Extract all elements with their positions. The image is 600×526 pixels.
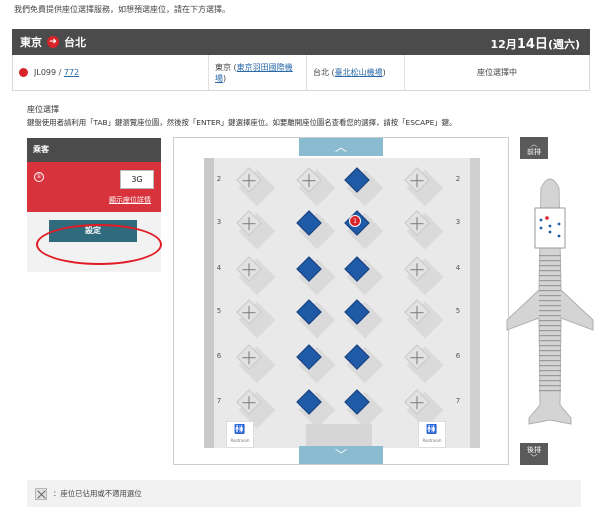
origin-city: 東京 xyxy=(20,36,42,49)
row-number: 3 xyxy=(455,218,461,226)
restroom-label: Restroom xyxy=(422,438,442,443)
seat-detail-link[interactable]: 顯示座位詳情 xyxy=(109,195,151,205)
restroom-label: Restroom xyxy=(230,438,250,443)
row-number: 2 xyxy=(455,175,461,183)
intro-text: 我們免費提供座位選擇服務，如想預選座位，請在下方選擇。 xyxy=(14,5,230,14)
row-number: 4 xyxy=(455,264,461,272)
restroom-icon: 🚻 xyxy=(234,425,246,435)
aircraft-type-link[interactable]: 772 xyxy=(64,68,79,77)
aircraft-overview xyxy=(505,170,595,438)
cabin-wall-right xyxy=(470,158,480,448)
selected-seat-badge: 1 xyxy=(349,215,361,227)
arrival-close: ) xyxy=(382,68,386,77)
arrow-right-icon: ➜ xyxy=(47,36,59,48)
row-number: 2 xyxy=(216,175,222,183)
departure-city: 東京 ( xyxy=(215,62,237,72)
keyboard-hint: 鍵盤使用者請利用「TAB」鍵瀏覽座位圖，然後按「ENTER」鍵選擇座位。如要離開… xyxy=(27,118,457,127)
status-text: 座位選擇中 xyxy=(477,68,517,77)
flight-info-row: JL099 / 772 東京 (東京羽田國際機場) 台北 (臺北松山機場) 座位… xyxy=(12,55,590,91)
arrival-cell: 台北 (臺北松山機場) xyxy=(307,55,405,90)
status-cell: 座位選擇中 xyxy=(405,55,589,90)
row-number: 6 xyxy=(455,352,461,360)
row-number: 3 xyxy=(216,218,222,226)
forward-rows-button[interactable]: ︿ 前排 xyxy=(520,137,548,159)
airline-logo-icon xyxy=(19,68,28,77)
route-bar: 東京 ➜ 台北 12月14日(週六) xyxy=(12,29,590,55)
scroll-up-button[interactable]: ︿ xyxy=(299,138,383,156)
legend: ：座位已佔用或不適用選位 xyxy=(27,480,581,507)
row-number: 5 xyxy=(216,307,222,315)
date-month: 12月 xyxy=(490,37,517,51)
flight-number: JL099 / xyxy=(34,68,62,77)
arrival-airport-link[interactable]: 臺北松山機場 xyxy=(335,68,383,77)
back-rows-button[interactable]: 後排 ﹀ xyxy=(520,443,548,465)
date-day: 14日 xyxy=(516,36,548,52)
chevron-down-icon: ﹀ xyxy=(530,454,538,462)
unavailable-seat-icon xyxy=(35,487,47,500)
restroom-icon: 🚻 xyxy=(426,425,438,435)
back-rows-label: 後排 xyxy=(527,446,541,454)
passenger-card[interactable]: ① 3G 顯示座位詳情 xyxy=(27,162,161,212)
chevron-up-icon: ︿ xyxy=(530,140,538,148)
restroom-left: 🚻 Restroom xyxy=(226,421,254,448)
forward-rows-label: 前排 xyxy=(527,148,541,156)
section-title: 座位選擇 xyxy=(27,105,59,114)
departure-close: ) xyxy=(223,73,227,83)
departure-cell: 東京 (東京羽田國際機場) xyxy=(209,55,307,90)
airplane-icon xyxy=(506,178,594,425)
flight-number-cell: JL099 / 772 xyxy=(13,55,209,90)
row-number: 4 xyxy=(216,264,222,272)
seat-map: ︿ 234567 234567 1 🚻 Restroom 🚻 Restroom … xyxy=(173,137,509,465)
assigned-seat-box: 3G xyxy=(120,170,154,189)
passenger-header: 乘客 xyxy=(27,138,161,162)
destination-city: 台北 xyxy=(64,36,86,49)
galley xyxy=(306,424,372,448)
legend-text: ：座位已佔用或不適用選位 xyxy=(53,489,142,498)
chevron-up-icon: ︿ xyxy=(334,140,347,154)
date-weekday: (週六) xyxy=(547,37,580,51)
passenger-number-badge: ① xyxy=(34,172,44,182)
row-number: 7 xyxy=(455,397,461,405)
restroom-right: 🚻 Restroom xyxy=(418,421,446,448)
row-number: 6 xyxy=(216,352,222,360)
row-number: 5 xyxy=(455,307,461,315)
highlight-ellipse xyxy=(36,224,162,265)
row-number: 7 xyxy=(216,397,222,405)
arrival-city: 台北 ( xyxy=(313,68,335,77)
flight-date: 12月14日(週六) xyxy=(491,33,580,52)
chevron-down-icon: ﹀ xyxy=(334,448,347,462)
scroll-down-button[interactable]: ﹀ xyxy=(299,446,383,464)
